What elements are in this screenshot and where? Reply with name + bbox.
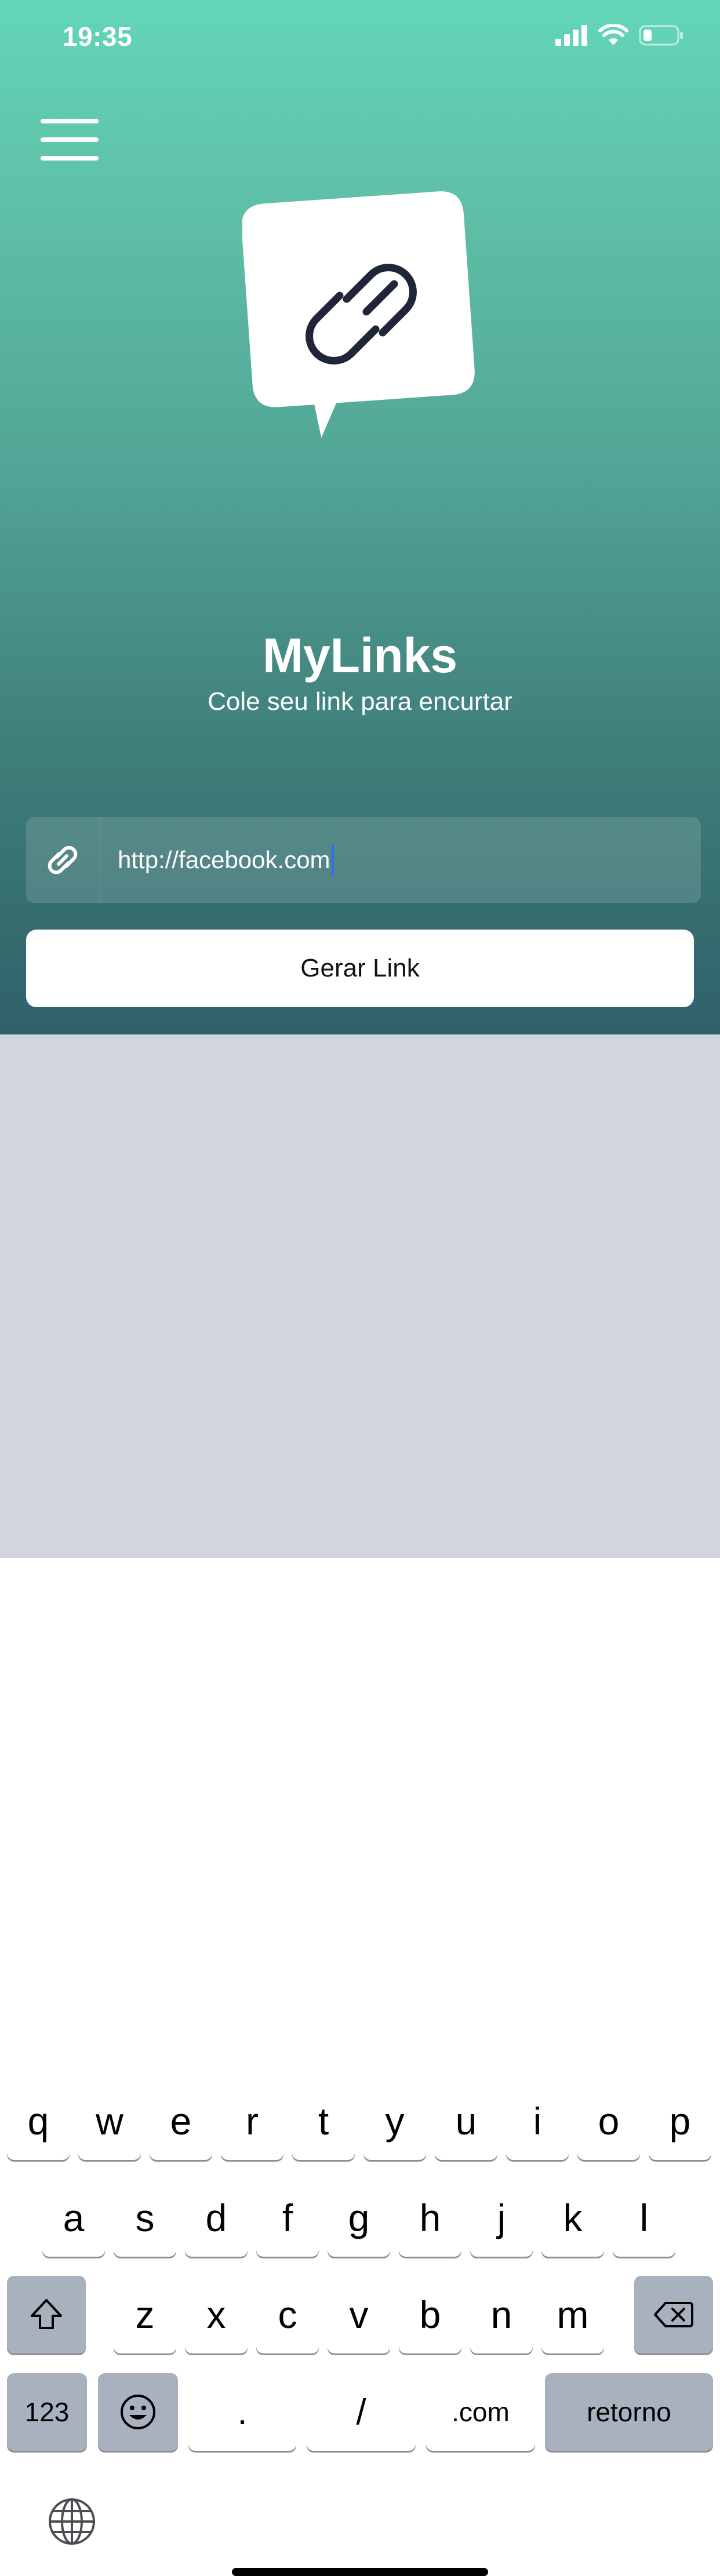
text-caret: [331, 845, 334, 875]
key-l[interactable]: l: [613, 2179, 675, 2257]
dotcom-key[interactable]: .com: [426, 2373, 535, 2451]
key-w[interactable]: w: [78, 2082, 141, 2160]
key-n[interactable]: n: [470, 2276, 533, 2353]
link-input-container[interactable]: http://facebook.com: [26, 817, 701, 903]
key-k[interactable]: k: [541, 2179, 604, 2257]
menu-bar: [41, 119, 99, 123]
app-logo-icon: [242, 191, 475, 438]
key-f[interactable]: f: [256, 2179, 319, 2257]
slash-key[interactable]: /: [307, 2373, 416, 2451]
shift-icon: [31, 2299, 62, 2329]
key-c[interactable]: c: [256, 2276, 319, 2353]
keyboard: q w e r t y u i o p a s d f g h j k l z …: [0, 1034, 720, 2576]
app-screen: 19:35 MyLinks Cole seu link para encurta…: [0, 0, 720, 1034]
key-h[interactable]: h: [399, 2179, 461, 2257]
link-icon: [48, 846, 78, 875]
key-o[interactable]: o: [577, 2082, 640, 2160]
key-r[interactable]: r: [221, 2082, 283, 2160]
return-key[interactable]: retorno: [545, 2373, 713, 2451]
menu-bar: [41, 156, 99, 161]
menu-bar: [41, 137, 99, 142]
key-p[interactable]: p: [649, 2082, 711, 2160]
emoji-icon: [121, 2395, 155, 2429]
key-y[interactable]: y: [363, 2082, 426, 2160]
status-icons: [555, 24, 684, 46]
signal-icon: [555, 25, 587, 46]
globe-icon: [49, 2498, 95, 2545]
home-indicator: [232, 2568, 488, 2576]
app-title: MyLinks: [262, 628, 458, 683]
url-input[interactable]: http://facebook.com: [118, 845, 334, 875]
battery-icon: [639, 25, 683, 46]
key-e[interactable]: e: [150, 2082, 212, 2160]
key-q[interactable]: q: [7, 2082, 70, 2160]
key-z[interactable]: z: [114, 2276, 176, 2353]
input-icon-box: [26, 817, 100, 903]
app-subtitle: Cole seu link para encurtar: [208, 687, 512, 716]
key-g[interactable]: g: [328, 2179, 390, 2257]
url-input-value: http://facebook.com: [118, 846, 330, 873]
dot-key[interactable]: .: [188, 2373, 296, 2451]
globe-key[interactable]: [46, 2496, 97, 2547]
key-b[interactable]: b: [399, 2276, 461, 2353]
backspace-key[interactable]: [634, 2276, 713, 2353]
key-i[interactable]: i: [506, 2082, 569, 2160]
key-j[interactable]: j: [470, 2179, 533, 2257]
key-m[interactable]: m: [541, 2276, 604, 2353]
key-v[interactable]: v: [328, 2276, 390, 2353]
shift-key[interactable]: [7, 2276, 86, 2353]
status-time: 19:35: [63, 21, 133, 52]
menu-button[interactable]: [41, 119, 99, 161]
key-s[interactable]: s: [114, 2179, 176, 2257]
generate-link-button[interactable]: Gerar Link: [26, 930, 694, 1007]
key-u[interactable]: u: [435, 2082, 497, 2160]
key-t[interactable]: t: [292, 2082, 355, 2160]
wifi-icon: [598, 24, 628, 45]
key-a[interactable]: a: [42, 2179, 105, 2257]
numbers-key[interactable]: 123: [7, 2373, 87, 2451]
backspace-icon: [654, 2302, 693, 2327]
emoji-key[interactable]: [98, 2373, 178, 2451]
key-x[interactable]: x: [185, 2276, 248, 2353]
key-d[interactable]: d: [185, 2179, 248, 2257]
